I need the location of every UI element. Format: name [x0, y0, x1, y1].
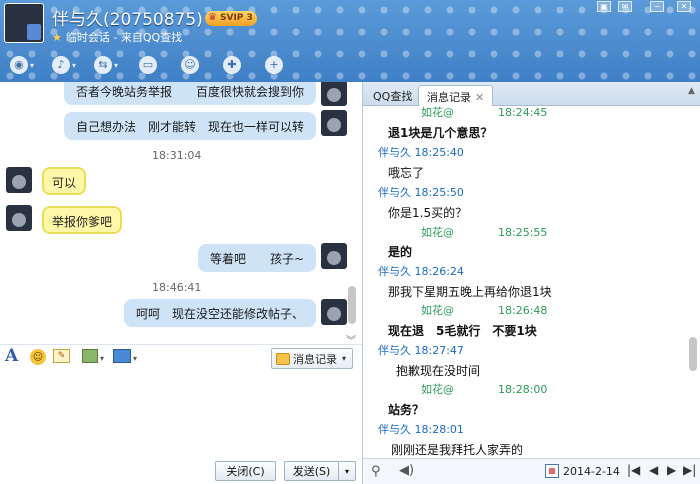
skin-icon[interactable]: ▣ [597, 1, 611, 12]
tab-message-history[interactable]: 消息记录 ✕ [418, 85, 494, 106]
chat-toolbar: ◉ ▾ ♪ ▾ ⇆ ▾ ▭ ☺ ✚ + [4, 54, 292, 76]
message-bubble[interactable]: 呵呵 现在没空还能修改帖子、 [123, 299, 316, 327]
log-message: 刚刚还是我拜托人家弄的 [391, 443, 524, 457]
log-message: 你是1.5买的？ [388, 206, 468, 220]
log-header: 伴与久 18:25:40 [378, 146, 464, 159]
log-header: 如花@ 18:28:00 [421, 383, 548, 396]
chat-scrollbar[interactable] [348, 286, 356, 324]
log-header: 如花@ 18:25:55 [421, 226, 548, 239]
file-transfer-button[interactable]: ⇆ ▾ [88, 54, 124, 76]
font-icon[interactable]: A [5, 346, 18, 366]
session-subtitle: ★ 临时会话 - 来自QQ查找 [52, 29, 182, 45]
app-icon: ☺ [181, 56, 199, 74]
chevron-down-icon[interactable]: ▾ [133, 349, 137, 367]
log-message: 抱歉现在没时间 [396, 364, 481, 378]
self-avatar[interactable] [321, 243, 347, 269]
self-avatar[interactable] [321, 110, 347, 136]
session-subtitle-text: 临时会话 - 来自QQ查找 [65, 31, 183, 44]
add-contact-button[interactable]: ✚ [214, 54, 250, 76]
history-icon [276, 352, 290, 365]
video-call-button[interactable]: ◉ ▾ [4, 54, 40, 76]
input-toolbar: A ☺ ✎ ▾ ▾ 消息记录 ▾ [0, 344, 362, 370]
last-page-icon[interactable]: ▶| [683, 463, 696, 477]
log-message: 那我下星期五晚上再给你退1块 [388, 285, 552, 299]
message-bubble[interactable]: 等着吧 孩子~ [197, 244, 316, 272]
history-footer: ⚲ ◀) ▦ 2014-2-14 |◀ ◀ ▶ ▶| [363, 458, 700, 484]
contact-title: 伴与久(20750875) [52, 10, 203, 30]
contact-avatar[interactable] [4, 3, 44, 43]
log-header: 如花@ 18:24:45 [421, 106, 548, 119]
add-contact-icon: ✚ [223, 56, 241, 74]
chat-history[interactable]: 否者今晚站务举报 百度很快就会搜到你 自己想办法 刚才能转 现在也一样可以转 1… [0, 82, 362, 344]
star-icon: ★ [52, 31, 62, 44]
message-bubble[interactable]: 可以 [42, 167, 87, 195]
message-bubble[interactable]: 自己想办法 刚才能转 现在也一样可以转 [63, 112, 316, 140]
message-bubble[interactable]: 否者今晚站务举报 百度很快就会搜到你 [63, 82, 316, 105]
log-header: 伴与久 18:27:47 [378, 344, 464, 357]
chevron-down-icon: ▾ [342, 354, 347, 363]
remote-assist-button[interactable]: ▭ [130, 54, 166, 76]
invite-button[interactable]: + [256, 54, 292, 76]
tab-message-history-label: 消息记录 [427, 91, 471, 104]
invite-icon: + [265, 56, 283, 74]
voice-call-icon: ♪ [51, 56, 70, 74]
svip-badge[interactable]: SVIP 3 [205, 10, 257, 26]
chevron-down-icon[interactable]: ▾ [100, 349, 104, 367]
log-header: 伴与久 18:28:01 [378, 423, 464, 436]
minimize-button[interactable]: − [650, 1, 664, 12]
voice-call-button[interactable]: ♪ ▾ [46, 54, 82, 76]
history-date[interactable]: 2014-2-14 [563, 465, 620, 478]
first-page-icon[interactable]: |◀ [627, 463, 640, 477]
tab-qq-search[interactable]: QQ查找 [365, 85, 420, 106]
self-avatar[interactable] [321, 82, 347, 106]
speaker-icon[interactable]: ◀) [399, 463, 414, 478]
calendar-icon[interactable]: ▦ [545, 464, 559, 478]
log-header: 伴与久 18:26:24 [378, 265, 464, 278]
emoji-icon[interactable]: ☺ [30, 349, 46, 365]
message-history-button[interactable]: 消息记录 ▾ [271, 348, 353, 369]
history-log[interactable]: 如花@ 18:24:45 退1块是几个意思？ 伴与久 18:25:40 哦忘了 … [363, 106, 686, 458]
title-banner: 伴与久(20750875) SVIP 3 ★临时会话 - 来自QQ查找 ▣ ✉ … [0, 0, 700, 82]
chevron-up-icon[interactable]: ▲ [688, 86, 695, 96]
close-window-button[interactable]: ✕ [677, 1, 691, 12]
image-icon[interactable] [82, 349, 98, 363]
file-transfer-icon: ⇆ [93, 56, 112, 74]
message-timestamp: 18:46:41 [152, 281, 202, 294]
log-message: 哦忘了 [388, 166, 425, 180]
log-message: 是的 [388, 245, 413, 259]
contact-avatar-small[interactable] [6, 205, 32, 231]
send-options-button[interactable]: ▾ [338, 461, 356, 481]
history-scrollbar[interactable] [689, 337, 697, 371]
message-bubble[interactable]: 举报你爹吧 [42, 206, 123, 234]
prev-page-icon[interactable]: ◀ [649, 463, 658, 477]
log-header: 如花@ 18:26:48 [421, 304, 548, 317]
settings-icon[interactable]: ✉ [618, 1, 632, 12]
log-message: 现在退 5毛就行 不要1块 [388, 324, 537, 338]
side-panel: QQ查找 消息记录 ✕ 如花@ 18:24:45 退1块是几个意思？ 伴与久 18… [362, 82, 700, 484]
search-icon[interactable]: ⚲ [371, 464, 381, 479]
bottom-bar: 关闭(C) 发送(S) ▾ [0, 456, 362, 484]
message-timestamp: 18:31:04 [152, 149, 202, 162]
panel-tabs: QQ查找 消息记录 ✕ [363, 82, 700, 106]
log-message: 退1块是几个意思？ [388, 126, 493, 140]
history-button-label: 消息记录 [293, 352, 337, 366]
note-icon[interactable]: ✎ [53, 349, 70, 363]
close-icon[interactable]: ✕ [475, 91, 484, 104]
message-input[interactable] [0, 370, 362, 456]
remote-assist-icon: ▭ [139, 56, 157, 74]
next-page-icon[interactable]: ▶ [667, 463, 676, 477]
log-header: 伴与久 18:25:50 [378, 186, 464, 199]
log-message: 站务？ [388, 403, 425, 417]
close-button[interactable]: 关闭(C) [215, 461, 276, 481]
screenshot-icon[interactable] [113, 349, 131, 363]
app-button[interactable]: ☺ [172, 54, 208, 76]
video-call-icon: ◉ [9, 56, 28, 74]
send-button[interactable]: 发送(S) [284, 461, 338, 481]
contact-avatar-small[interactable] [6, 167, 32, 193]
self-avatar[interactable] [321, 299, 347, 325]
chevron-down-icon[interactable]: ︾ [346, 332, 356, 344]
